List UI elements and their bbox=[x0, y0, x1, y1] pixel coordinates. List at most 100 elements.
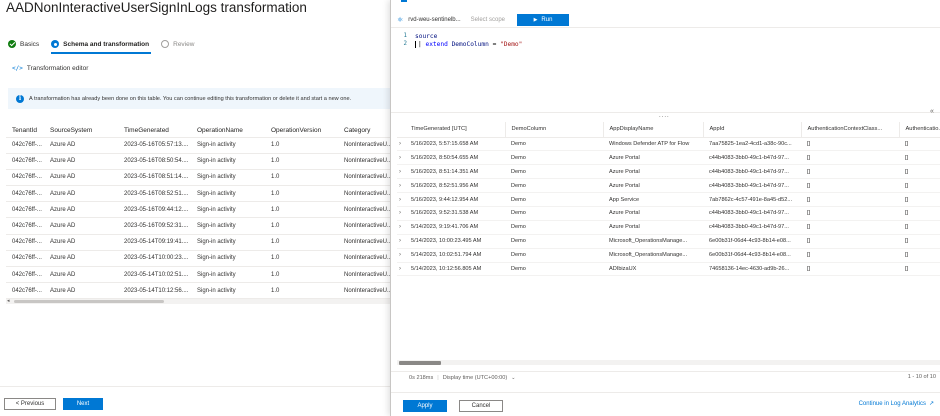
table-cell: 042c76ff-... bbox=[6, 217, 44, 235]
apply-button[interactable]: Apply bbox=[403, 400, 447, 412]
select-scope-button[interactable]: Select scope bbox=[471, 17, 505, 23]
expand-row-icon[interactable]: › bbox=[397, 150, 405, 166]
result-row[interactable]: › 5/16/2023, 8:51:14.351 AM Demo Azure Port… bbox=[397, 164, 940, 180]
table-cell: 1.0 bbox=[265, 250, 338, 268]
scrollbar-thumb[interactable] bbox=[14, 300, 164, 303]
result-row[interactable]: › 5/16/2023, 8:50:54.655 AM Demo Azure Port… bbox=[397, 150, 940, 166]
result-row[interactable]: › 5/14/2023, 10:00:23.495 AM Demo Microsoft… bbox=[397, 234, 940, 249]
table-row[interactable]: 042c76ff-... Azure AD 2023-05-16T09:52:31.… bbox=[6, 217, 390, 235]
expand-row-icon[interactable]: › bbox=[397, 234, 405, 249]
wizard-steps: Basics Schema and transformation Review bbox=[8, 40, 206, 48]
result-cell: 6e00b31f-06d4-4c93-8b14-e08... bbox=[703, 234, 801, 249]
scrollbar-thumb[interactable] bbox=[399, 360, 441, 365]
transformation-editor-link[interactable]: </> Transformation editor bbox=[12, 65, 88, 72]
column-header[interactable]: AuthenticationContextClass... bbox=[801, 122, 900, 138]
table-cell: NonInteractiveU... bbox=[338, 250, 390, 268]
table-cell: 042c76ff-... bbox=[6, 185, 44, 203]
horizontal-scrollbar[interactable]: ◂ bbox=[6, 298, 390, 304]
column-header[interactable]: OperationVersion bbox=[265, 124, 338, 137]
column-header[interactable]: TenantId bbox=[6, 124, 44, 137]
info-message-bar: i A transformation has already been done… bbox=[8, 88, 390, 109]
expand-row-icon[interactable]: › bbox=[397, 262, 405, 277]
table-row[interactable]: 042c76ff-... Azure AD 2023-05-16T08:51:14.… bbox=[6, 169, 390, 187]
column-header[interactable]: TimeGenerated bbox=[118, 124, 191, 137]
step-label: Review bbox=[173, 40, 195, 48]
table-cell: 2023-05-16T05:57:13.... bbox=[118, 137, 191, 154]
more-options-icon[interactable]: ··· bbox=[287, 4, 295, 13]
column-header[interactable]: SourceSystem bbox=[44, 124, 118, 137]
step-schema-and-transformation[interactable]: Schema and transformation bbox=[51, 40, 149, 48]
table-cell: NonInteractiveU... bbox=[338, 201, 390, 219]
query-editor[interactable]: 1 source 2 | extend DemoColumn = "Demo" bbox=[391, 29, 940, 113]
column-header[interactable]: OperationName bbox=[191, 124, 265, 137]
results-horizontal-scrollbar[interactable] bbox=[397, 360, 940, 365]
result-row[interactable]: › 5/16/2023, 8:52:51.956 AM Demo Azure Port… bbox=[397, 178, 940, 194]
table-row[interactable]: 042c76ff-... Azure AD 2023-05-14T10:02:51.… bbox=[6, 266, 390, 284]
result-cell: Demo bbox=[505, 137, 603, 152]
expand-row-icon[interactable]: › bbox=[397, 248, 405, 263]
footer-divider bbox=[391, 392, 940, 393]
result-row[interactable]: › 5/14/2023, 9:19:41.706 AM Demo Azure Port… bbox=[397, 220, 940, 235]
table-row[interactable]: 042c76ff-... Azure AD 2023-05-16T08:50:54.… bbox=[6, 153, 390, 170]
result-row[interactable]: › 5/14/2023, 10:02:51.794 AM Demo Microsoft… bbox=[397, 248, 940, 263]
resize-handle[interactable]: .... bbox=[659, 113, 670, 119]
column-header[interactable]: Category bbox=[338, 124, 390, 137]
table-cell: Sign-in activity bbox=[191, 201, 265, 219]
table-cell: NonInteractiveU... bbox=[338, 234, 390, 251]
column-header[interactable]: AppId bbox=[703, 122, 802, 138]
result-cell: Demo bbox=[505, 248, 603, 263]
expand-row-icon[interactable]: › bbox=[397, 220, 405, 235]
result-row[interactable]: › 5/16/2023, 9:44:12.954 AM Demo App Servic… bbox=[397, 192, 940, 207]
step-basics[interactable]: Basics bbox=[8, 40, 39, 48]
result-cell: Demo bbox=[505, 150, 603, 166]
result-cell: 5/14/2023, 10:12:56.805 AM bbox=[405, 262, 505, 277]
result-cell: Demo bbox=[505, 192, 603, 207]
table-cell: Sign-in activity bbox=[191, 137, 265, 154]
result-cell: [] bbox=[801, 206, 899, 221]
column-header[interactable]: Authenticatio... bbox=[899, 122, 940, 138]
expand-row-icon[interactable]: › bbox=[397, 137, 405, 152]
result-cell: Azure Portal bbox=[603, 164, 703, 180]
chevron-down-icon[interactable]: ⌄ bbox=[511, 375, 515, 381]
run-button[interactable]: ▶ Run bbox=[517, 13, 569, 26]
column-header[interactable]: DemoColumn bbox=[505, 122, 604, 138]
status-separator: | bbox=[437, 374, 439, 381]
expand-row-icon[interactable]: › bbox=[397, 178, 405, 194]
table-row[interactable]: 042c76ff-... Azure AD 2023-05-16T05:57:13.… bbox=[6, 137, 390, 154]
result-cell: c44b4083-3bb0-49c1-b47d-97... bbox=[703, 150, 801, 166]
table-cell: 1.0 bbox=[265, 217, 338, 235]
scroll-left-icon[interactable]: ◂ bbox=[7, 298, 10, 304]
scope-label[interactable]: rvd-weu-sentinelb... bbox=[408, 17, 460, 23]
result-cell: [] bbox=[899, 192, 940, 207]
table-cell: 1.0 bbox=[265, 201, 338, 219]
result-cell: 5/14/2023, 10:00:23.495 AM bbox=[405, 234, 505, 249]
result-cell: [] bbox=[899, 248, 940, 263]
table-cell: Sign-in activity bbox=[191, 185, 265, 203]
table-row[interactable]: 042c76ff-... Azure AD 2023-05-14T10:12:56.… bbox=[6, 282, 390, 300]
result-cell: Windows Defender ATP for Flow bbox=[603, 137, 703, 152]
result-row[interactable]: › 5/16/2023, 5:57:15.658 AM Demo Windows De… bbox=[397, 137, 940, 152]
result-row[interactable]: › 5/16/2023, 9:52:31.538 AM Demo Azure Port… bbox=[397, 206, 940, 221]
table-row[interactable]: 042c76ff-... Azure AD 2023-05-16T09:44:12.… bbox=[6, 201, 390, 219]
code-line: 1 source bbox=[391, 32, 438, 40]
timezone-selector[interactable]: Display time (UTC+00:00) bbox=[443, 375, 508, 381]
previous-button[interactable]: < Previous bbox=[4, 398, 56, 410]
cancel-button[interactable]: Cancel bbox=[459, 400, 503, 412]
continue-in-log-analytics-link[interactable]: Continue in Log Analytics ↗ bbox=[859, 400, 934, 408]
query-toolbar: ⚛ rvd-weu-sentinelb... Select scope ▶ Ru… bbox=[391, 12, 940, 28]
column-header[interactable]: TimeGenerated [UTC] bbox=[405, 122, 506, 138]
table-row[interactable]: 042c76ff-... Azure AD 2023-05-16T08:52:51.… bbox=[6, 185, 390, 203]
expand-row-icon[interactable]: › bbox=[397, 206, 405, 221]
next-button[interactable]: Next bbox=[63, 398, 103, 410]
table-row[interactable]: 042c76ff-... Azure AD 2023-05-14T10:00:23.… bbox=[6, 250, 390, 268]
table-row[interactable]: 042c76ff-... Azure AD 2023-05-14T09:19:41.… bbox=[6, 234, 390, 251]
column-header[interactable]: AppDisplayName bbox=[603, 122, 704, 138]
table-cell: Sign-in activity bbox=[191, 282, 265, 300]
expand-row-icon[interactable]: › bbox=[397, 164, 405, 180]
collapse-icon[interactable]: « bbox=[930, 108, 934, 115]
table-cell: Sign-in activity bbox=[191, 266, 265, 284]
step-review[interactable]: Review bbox=[161, 40, 194, 48]
result-row[interactable]: › 5/14/2023, 10:12:56.805 AM Demo ADIbizaUX… bbox=[397, 262, 940, 277]
expand-row-icon[interactable]: › bbox=[397, 192, 405, 207]
external-link-icon: ↗ bbox=[928, 401, 934, 407]
